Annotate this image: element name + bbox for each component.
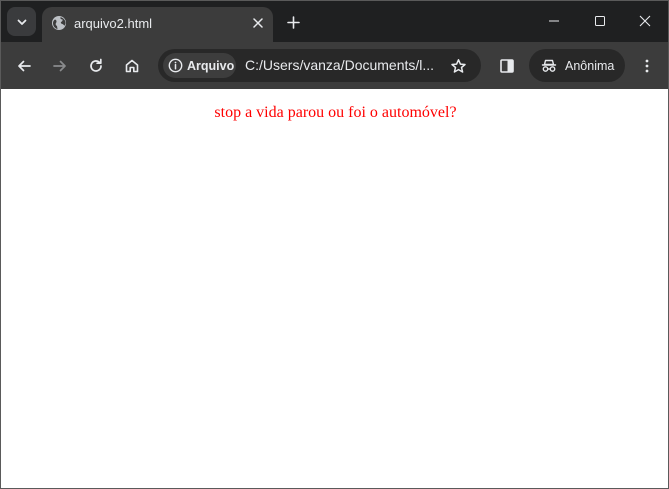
address-bar[interactable]: Arquivo C:/Users/vanza/Documents/l... bbox=[158, 49, 481, 82]
tab-search-button[interactable] bbox=[7, 7, 36, 36]
reload-icon bbox=[90, 58, 102, 72]
kebab-menu-icon bbox=[645, 59, 649, 73]
home-button[interactable] bbox=[118, 52, 146, 80]
new-tab-button[interactable] bbox=[281, 10, 305, 34]
tab-close-button[interactable] bbox=[249, 14, 267, 32]
arrow-left-icon bbox=[18, 60, 31, 72]
arrow-right-icon bbox=[53, 60, 66, 72]
incognito-label: Anônima bbox=[565, 58, 615, 73]
url-text[interactable]: C:/Users/vanza/Documents/l... bbox=[245, 57, 437, 73]
site-chip-label: Arquivo bbox=[187, 58, 235, 73]
menu-button[interactable] bbox=[633, 52, 661, 80]
close-window-button[interactable] bbox=[623, 6, 667, 36]
incognito-button[interactable]: Anônima bbox=[529, 49, 625, 82]
home-icon bbox=[125, 59, 139, 73]
maximize-icon bbox=[595, 16, 605, 26]
close-icon bbox=[253, 18, 263, 28]
page-viewport: stop a vida parou ou foi o automóvel? bbox=[1, 89, 668, 488]
tab-active[interactable]: arquivo2.html bbox=[42, 7, 273, 42]
browser-window: arquivo2.html Arquivo C:/Users/vanza/Doc… bbox=[0, 0, 669, 489]
close-icon bbox=[639, 15, 651, 27]
site-info-chip[interactable]: Arquivo bbox=[163, 53, 236, 78]
chevron-down-icon bbox=[17, 19, 26, 25]
reload-button[interactable] bbox=[82, 52, 110, 80]
maximize-button[interactable] bbox=[578, 6, 622, 36]
forward-button[interactable] bbox=[46, 52, 74, 80]
toolbar: Arquivo C:/Users/vanza/Documents/l... An… bbox=[1, 42, 668, 89]
bookmark-button[interactable] bbox=[445, 53, 471, 79]
minimize-button[interactable] bbox=[532, 6, 576, 36]
page-text: stop a vida parou ou foi o automóvel? bbox=[214, 104, 457, 121]
star-icon bbox=[450, 58, 466, 73]
incognito-icon bbox=[541, 59, 557, 72]
side-panel-icon bbox=[500, 59, 514, 73]
tab-strip: arquivo2.html bbox=[1, 1, 668, 42]
back-button[interactable] bbox=[10, 52, 38, 80]
plus-icon bbox=[286, 15, 300, 29]
side-panel-button[interactable] bbox=[493, 52, 521, 80]
globe-icon bbox=[52, 16, 66, 30]
tab-title: arquivo2.html bbox=[74, 16, 153, 31]
minimize-icon bbox=[549, 20, 559, 22]
info-icon bbox=[168, 58, 183, 73]
